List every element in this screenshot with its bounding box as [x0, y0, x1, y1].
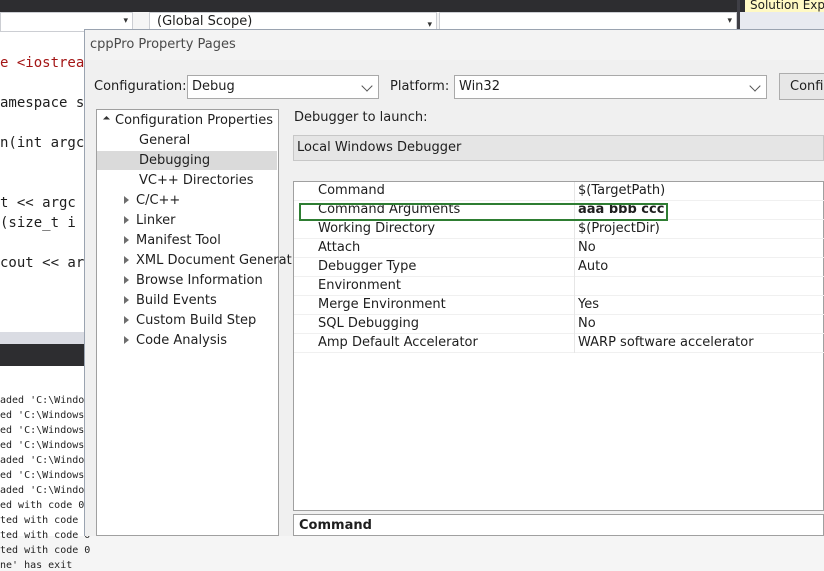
collapsed-triangle-icon[interactable] — [124, 276, 129, 284]
tree-item-label: Browse Information — [136, 273, 263, 288]
chevron-down-icon — [361, 80, 373, 92]
tree-item-browse-information[interactable]: Browse Information — [104, 271, 263, 290]
property-value[interactable]: WARP software accelerator — [578, 334, 754, 353]
configuration-select[interactable]: Debug — [187, 75, 379, 99]
code-editor[interactable] — [0, 32, 84, 332]
property-name: Environment — [318, 278, 402, 293]
property-description: Command — [293, 514, 824, 536]
collapsed-triangle-icon[interactable] — [124, 196, 129, 204]
tree-item-label: Debugging — [139, 153, 211, 168]
platform-value: Win32 — [459, 79, 500, 94]
tree-item-debugging[interactable]: Debugging — [97, 151, 277, 170]
configuration-manager-button[interactable]: Configu — [779, 73, 824, 100]
property-row[interactable]: Command $(TargetPath) — [294, 182, 824, 201]
output-line: ed 'C:\Windows — [0, 425, 85, 436]
code-line: e <iostream — [0, 55, 93, 71]
property-name: Debugger Type — [318, 259, 417, 274]
property-row[interactable]: SQL Debugging No — [294, 315, 824, 334]
dialog-title: cppPro Property Pages — [90, 37, 236, 52]
property-value[interactable]: No — [578, 239, 596, 258]
configuration-value: Debug — [192, 79, 235, 94]
code-line: n(int argc, — [0, 135, 93, 151]
property-row[interactable]: Environment — [294, 277, 824, 296]
scope-combo-label: (Global Scope) — [157, 14, 253, 29]
code-line: t << argc < — [0, 195, 93, 211]
output-line: ed 'C:\Windows — [0, 470, 85, 481]
property-value[interactable]: Yes — [578, 296, 599, 315]
tree-item-label: C/C++ — [136, 193, 181, 208]
property-value[interactable]: Auto — [578, 258, 608, 277]
tree-item-label: Code Analysis — [136, 333, 227, 348]
output-line: ed 'C:\Windows — [0, 410, 85, 421]
tree-item-label: XML Document Generat — [136, 253, 292, 268]
property-row[interactable]: Attach No — [294, 239, 824, 258]
tree-root-configuration-properties[interactable]: Configuration Properties — [102, 111, 273, 130]
output-line: ted with code 0 — [0, 545, 91, 556]
tree-item-label: General — [139, 133, 191, 148]
output-line: ne' has exit — [0, 560, 73, 571]
dropdown-arrow-icon: ▾ — [727, 16, 732, 26]
collapsed-triangle-icon[interactable] — [124, 216, 129, 224]
collapsed-triangle-icon[interactable] — [124, 236, 129, 244]
tree-item-vc-directories[interactable]: VC++ Directories — [104, 171, 254, 190]
solution-explorer-tab[interactable]: Solution Expl — [745, 0, 824, 12]
property-row[interactable]: Amp Default Accelerator WARP software acc… — [294, 334, 824, 353]
property-name: Merge Environment — [318, 297, 446, 312]
property-name: Working Directory — [318, 221, 436, 236]
tree-item-xml-document-generat[interactable]: XML Document Generat — [104, 251, 292, 270]
property-name: Command — [318, 183, 385, 198]
tree-item-label: Build Events — [136, 293, 217, 308]
tree-item-label: VC++ Directories — [139, 173, 254, 188]
tree-item-build-events[interactable]: Build Events — [104, 291, 217, 310]
debugger-value: Local Windows Debugger — [297, 140, 462, 155]
debugger-to-launch-label: Debugger to launch: — [294, 110, 428, 125]
tree-root-label: Configuration Properties — [115, 113, 273, 128]
collapsed-triangle-icon[interactable] — [124, 316, 129, 324]
property-row[interactable]: Working Directory $(ProjectDir) — [294, 220, 824, 239]
dropdown-arrow-icon: ▾ — [123, 16, 128, 26]
code-line: (size_t i — [0, 215, 76, 231]
property-value[interactable]: $(ProjectDir) — [578, 220, 660, 239]
tree-item-manifest-tool[interactable]: Manifest Tool — [104, 231, 221, 250]
property-name: SQL Debugging — [318, 316, 419, 331]
output-line: ed 'C:\Windows — [0, 440, 85, 451]
tree-item-c-c[interactable]: C/C++ — [104, 191, 180, 210]
ide-title-bar — [0, 0, 824, 12]
property-value[interactable]: $(TargetPath) — [578, 182, 665, 201]
output-line: aded 'C:\Windo — [0, 485, 85, 496]
property-value[interactable]: No — [578, 315, 596, 334]
tree-item-custom-build-step[interactable]: Custom Build Step — [104, 311, 256, 330]
platform-select[interactable]: Win32 — [454, 75, 767, 99]
tree-item-general[interactable]: General — [104, 131, 190, 150]
output-header — [0, 344, 84, 366]
output-line: ted with code 0 — [0, 515, 91, 526]
collapsed-triangle-icon[interactable] — [124, 256, 129, 264]
code-line: amespace st — [0, 95, 93, 111]
output-line: ed with code 0 — [0, 500, 85, 511]
code-line: cout << ar — [0, 255, 85, 271]
output-line: aded 'C:\Windows — [0, 395, 97, 406]
debugger-select[interactable]: Local Windows Debugger — [293, 135, 824, 161]
tree-item-label: Linker — [136, 213, 176, 228]
platform-label: Platform: — [390, 79, 450, 94]
tree-item-label: Manifest Tool — [136, 233, 221, 248]
property-name: Attach — [318, 240, 361, 255]
tree-item-code-analysis[interactable]: Code Analysis — [104, 331, 227, 350]
property-name: Amp Default Accelerator — [318, 335, 478, 350]
output-line: aded 'C:\Windo — [0, 455, 85, 466]
editor-scrollbar[interactable] — [0, 332, 84, 344]
collapsed-triangle-icon[interactable] — [124, 296, 129, 304]
expanded-triangle-icon — [102, 115, 111, 124]
property-row[interactable]: Merge Environment Yes — [294, 296, 824, 315]
tree-item-linker[interactable]: Linker — [104, 211, 176, 230]
collapsed-triangle-icon[interactable] — [124, 336, 129, 344]
chevron-down-icon — [749, 80, 761, 92]
annotation-highlight-box — [299, 203, 668, 221]
tree-item-label: Custom Build Step — [136, 313, 257, 328]
property-row[interactable]: Debugger Type Auto — [294, 258, 824, 277]
configuration-label: Configuration: — [94, 79, 187, 94]
